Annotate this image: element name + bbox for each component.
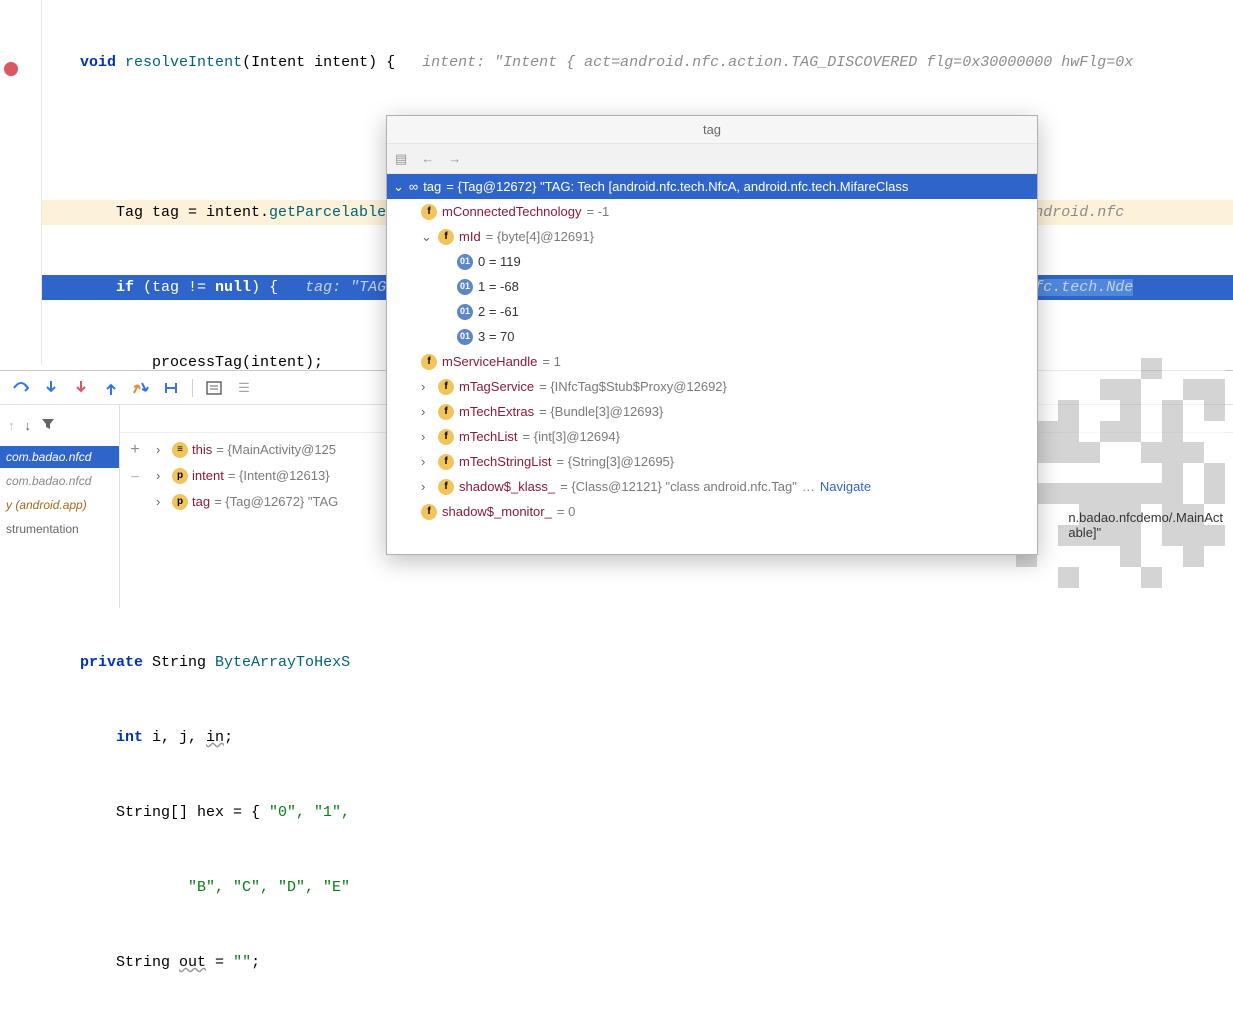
param-icon: p — [172, 494, 188, 510]
popup-field[interactable]: ›f mTechList = {int[3]@12694} — [387, 424, 1037, 449]
field-icon: f — [438, 454, 454, 470]
popup-title: tag — [387, 116, 1037, 144]
popup-root[interactable]: ⌄ ∞ tag = {Tag@12672} "TAG: Tech [androi… — [387, 174, 1037, 199]
run-to-cursor-icon[interactable] — [162, 379, 180, 397]
new-watch-icon[interactable]: ▤ — [395, 151, 407, 167]
popup-field[interactable]: ›f mTechExtras = {Bundle[3]@12693} — [387, 399, 1037, 424]
popup-field[interactable]: ›f mTechStringList = {String[3]@12695} — [387, 449, 1037, 474]
byte-icon: 01 — [457, 304, 473, 320]
frame-item[interactable]: strumentation — [0, 518, 119, 540]
byte-icon: 01 — [457, 329, 473, 345]
popup-tree: ⌄ ∞ tag = {Tag@12672} "TAG: Tech [androi… — [387, 174, 1037, 524]
popup-field[interactable]: ›f mTagService = {INfcTag$Stub$Proxy@126… — [387, 374, 1037, 399]
frame-item[interactable]: com.badao.nfcd — [0, 470, 119, 492]
qr-text: n.badao.nfcdemo/.MainAct able]" — [1068, 510, 1223, 540]
navigate-link[interactable]: Navigate — [820, 474, 871, 499]
object-icon: ≡ — [172, 442, 188, 458]
array-item[interactable]: 01 3 = 70 — [387, 324, 1037, 349]
drop-frame-icon[interactable] — [132, 379, 150, 397]
frames-column: ↑ ↓ com.badao.nfcd com.badao.nfcd y (and… — [0, 405, 120, 608]
gutter — [0, 0, 42, 365]
frame-item[interactable]: y (android.app) — [0, 494, 119, 516]
frames-up-icon[interactable]: ↑ — [8, 418, 15, 433]
trace-icon[interactable]: ☰ — [235, 379, 253, 397]
field-icon: f — [438, 379, 454, 395]
step-into-icon[interactable] — [42, 379, 60, 397]
param-icon: p — [172, 468, 188, 484]
add-watch-icon[interactable]: + — [130, 441, 139, 459]
field-icon: f — [438, 429, 454, 445]
popup-field[interactable]: f mConnectedTechnology = -1 — [387, 199, 1037, 224]
filter-icon[interactable] — [41, 417, 55, 434]
popup-field[interactable]: f mServiceHandle = 1 — [387, 349, 1037, 374]
frames-down-icon[interactable]: ↓ — [25, 418, 32, 433]
popup-field[interactable]: f shadow$_monitor_ = 0 — [387, 499, 1037, 524]
array-item[interactable]: 01 2 = -61 — [387, 299, 1037, 324]
field-icon: f — [421, 204, 437, 220]
variable-popup: tag ▤ ← → ⌄ ∞ tag = {Tag@12672} "TAG: Te… — [386, 115, 1038, 555]
breakpoint-icon[interactable] — [4, 62, 18, 76]
separator — [192, 379, 193, 397]
force-step-into-icon[interactable] — [72, 379, 90, 397]
array-item[interactable]: 01 1 = -68 — [387, 274, 1037, 299]
popup-field[interactable]: ›f shadow$_klass_ = {Class@12121} "class… — [387, 474, 1037, 499]
popup-field[interactable]: ⌄f mId = {byte[4]@12691} — [387, 224, 1037, 249]
link-icon: ∞ — [409, 174, 418, 199]
frame-item[interactable]: com.badao.nfcd — [0, 446, 119, 468]
history-back-icon[interactable]: ← — [421, 151, 434, 166]
code-line[interactable]: void resolveIntent(Intent intent) { inte… — [42, 50, 1233, 75]
remove-watch-icon[interactable]: − — [130, 469, 139, 487]
field-icon: f — [421, 354, 437, 370]
history-forward-icon[interactable]: → — [448, 151, 461, 166]
field-icon: f — [438, 404, 454, 420]
step-out-icon[interactable] — [102, 379, 120, 397]
evaluate-icon[interactable] — [205, 379, 223, 397]
step-over-icon[interactable] — [12, 379, 30, 397]
code-line[interactable]: private String ByteArrayToHexS — [42, 650, 1233, 675]
popup-toolbar: ▤ ← → — [387, 144, 1037, 174]
byte-icon: 01 — [457, 254, 473, 270]
field-icon: f — [438, 479, 454, 495]
field-icon: f — [438, 229, 454, 245]
array-item[interactable]: 01 0 = 119 — [387, 249, 1037, 274]
field-icon: f — [421, 504, 437, 520]
byte-icon: 01 — [457, 279, 473, 295]
